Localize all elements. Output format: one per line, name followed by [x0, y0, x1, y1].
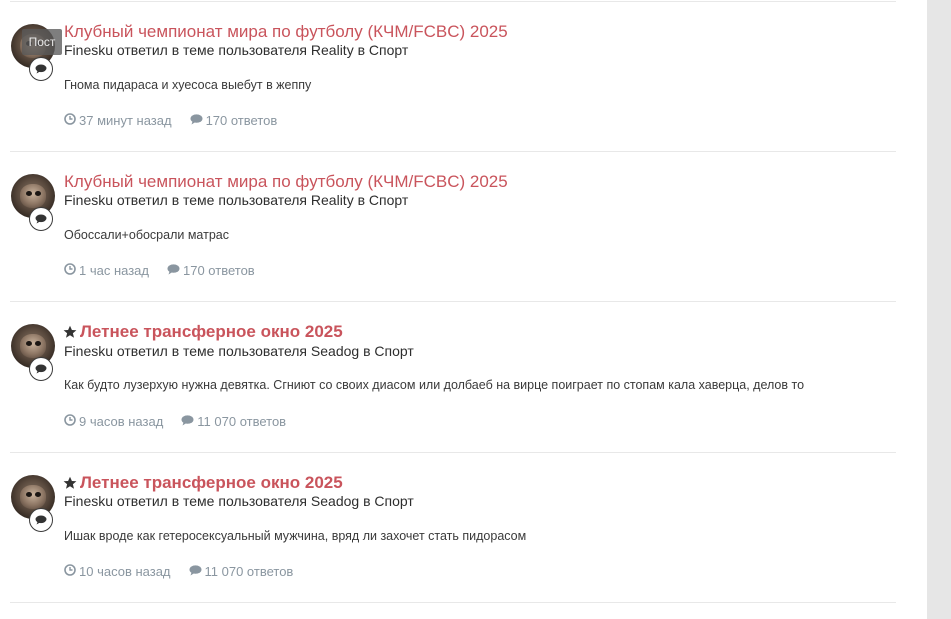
replies-count: 11 070 ответов [197, 414, 287, 429]
topic-title-link[interactable]: Летнее трансферное окно 2025 [80, 473, 343, 493]
comment-icon [189, 564, 202, 580]
topic-title-link[interactable]: Летнее трансферное окно 2025 [80, 322, 343, 342]
activity-meta: Finesku ответил в теме пользователя Sead… [64, 343, 414, 359]
topic-title-link[interactable]: Клубный чемпионат мира по футболу (КЧМ/F… [64, 172, 508, 192]
clock-icon [64, 414, 76, 430]
item-stats: 37 минут назад 170 ответов [64, 113, 277, 129]
post-snippet: Обоссали+обосрали матрас [64, 228, 229, 242]
post-snippet: Ишак вроде как гетеросексуальный мужчина… [64, 529, 527, 543]
replies-count: 170 ответов [205, 113, 278, 128]
clock-icon [64, 564, 76, 580]
comment-badge-icon [29, 508, 53, 532]
comment-badge-icon [29, 207, 53, 231]
activity-meta: Finesku ответил в теме пользователя Real… [64, 42, 409, 58]
list-item: Летнее трансферное окно 2025 Finesku отв… [0, 451, 900, 601]
replies-count: 170 ответов [183, 263, 255, 278]
time-ago-link[interactable]: 37 минут назад [79, 113, 172, 129]
time-ago-link[interactable]: 1 час назад [79, 263, 149, 279]
comment-icon [190, 113, 203, 129]
post-snippet: Гнома пидараса и хуесоса выебут в жеппу [64, 78, 312, 92]
right-scroll-region [927, 0, 951, 619]
activity-stream: Пост Клубный чемпионат мира по футболу (… [0, 0, 927, 619]
item-stats: 10 часов назад 11 070 ответов [64, 564, 293, 580]
post-snippet: Как будто лузерхую нужна девятка. Сгниют… [64, 378, 805, 392]
replies-count: 11 070 ответов [204, 564, 294, 579]
featured-star-icon [63, 325, 77, 338]
comment-icon [181, 414, 194, 430]
list-item: Летнее трансферное окно 2025 Finesku отв… [0, 300, 900, 450]
time-ago-link[interactable]: 10 часов назад [79, 564, 171, 580]
list-item: Клубный чемпионат мира по футболу (КЧМ/F… [0, 150, 900, 300]
featured-star-icon [63, 476, 77, 489]
comment-badge-icon [29, 57, 53, 81]
separator [10, 602, 896, 603]
post-tooltip: Пост [22, 29, 62, 55]
time-ago-link[interactable]: 9 часов назад [79, 414, 163, 430]
comment-badge-icon [29, 357, 53, 381]
activity-meta: Finesku ответил в теме пользователя Sead… [64, 493, 414, 509]
clock-icon [64, 113, 76, 129]
item-stats: 9 часов назад 11 070 ответов [64, 414, 286, 430]
list-item: Пост Клубный чемпионат мира по футболу (… [0, 0, 900, 150]
topic-title-link[interactable]: Клубный чемпионат мира по футболу (КЧМ/F… [64, 22, 508, 42]
clock-icon [64, 263, 76, 279]
activity-meta: Finesku ответил в теме пользователя Real… [64, 192, 409, 208]
item-stats: 1 час назад 170 ответов [64, 263, 255, 279]
comment-icon [167, 263, 180, 279]
